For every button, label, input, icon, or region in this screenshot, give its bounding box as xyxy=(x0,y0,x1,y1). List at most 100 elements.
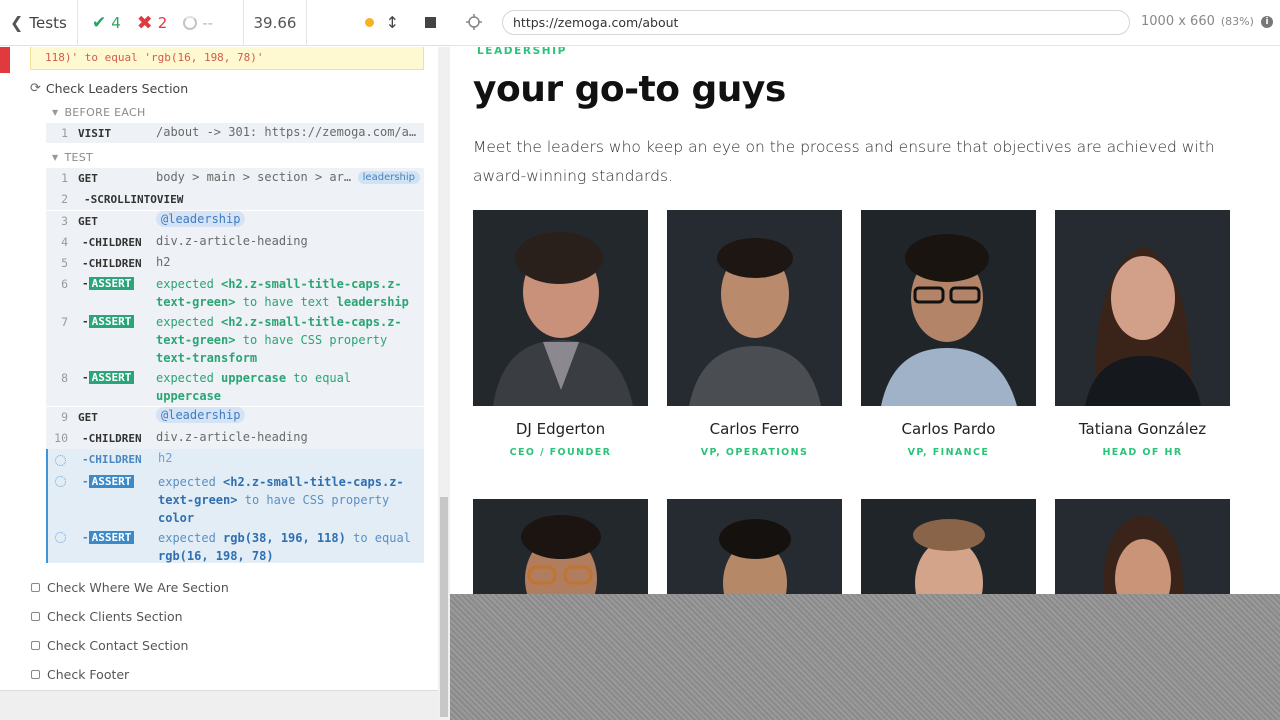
alias-badge: leadership xyxy=(357,171,420,184)
selector-playground-icon[interactable] xyxy=(466,14,482,30)
stop-button[interactable] xyxy=(425,17,436,28)
msg-part: color xyxy=(158,511,195,525)
assert-command[interactable]: - ASSERT xyxy=(82,531,135,544)
msg-part: to have CSS property xyxy=(242,333,388,347)
msg-part: to equal xyxy=(353,531,411,545)
reporter-footer xyxy=(0,690,438,720)
test-stats: ✔ 4 ✖ 2 -- xyxy=(78,0,244,46)
assert-tag: ASSERT xyxy=(88,531,135,544)
failed-count[interactable]: ✖ 2 xyxy=(137,12,167,34)
assert-message: expected <h2.z-small-title-caps.z-text-g… xyxy=(158,473,420,527)
viewport-scale: (83%) xyxy=(1220,15,1254,28)
info-icon[interactable]: i xyxy=(1261,16,1273,28)
leader-name: Carlos Pardo xyxy=(901,420,996,438)
section-title: your go-to guys xyxy=(473,69,786,110)
command-number: 6 xyxy=(61,277,68,291)
section-kicker: LEADERSHIP xyxy=(477,47,567,57)
pending-checkbox-icon xyxy=(31,612,40,621)
command-name[interactable]: -CHILDREN xyxy=(82,432,142,445)
command-row[interactable]: 1 VISIT /about -> 301: https://zemoga.co… xyxy=(46,123,424,143)
assert-command[interactable]: - ASSERT xyxy=(82,315,135,328)
assert-command[interactable]: - ASSERT xyxy=(82,475,135,488)
leader-card[interactable] xyxy=(861,499,1036,594)
command-name: VISIT xyxy=(78,127,112,140)
command-number: 9 xyxy=(61,410,68,424)
leader-card[interactable]: Tatiana González HEAD OF HR xyxy=(1055,210,1230,458)
leader-role: HEAD OF HR xyxy=(1102,447,1183,458)
loading-spinner-icon xyxy=(55,532,66,543)
assert-command[interactable]: - ASSERT xyxy=(82,277,135,290)
leader-photo xyxy=(1055,499,1230,594)
failure-indicator xyxy=(0,47,10,73)
url-bar[interactable]: https://zemoga.com/about xyxy=(502,10,1130,35)
before-each-label: BEFORE EACH xyxy=(64,106,146,119)
msg-part: uppercase xyxy=(156,389,222,403)
command-name[interactable]: -CHILDREN xyxy=(82,453,142,466)
loading-spinner-icon xyxy=(55,455,66,466)
leader-photo xyxy=(473,210,648,406)
command-row[interactable]: 1 GET body > main > section > ar… leader… xyxy=(46,168,424,210)
pending-checkbox-icon xyxy=(31,641,40,650)
command-name: -SCROLLINTOVIEW xyxy=(84,193,184,206)
pending-test[interactable]: Check Clients Section xyxy=(31,609,183,624)
leader-photo xyxy=(667,499,842,594)
msg-part: expected xyxy=(158,475,216,489)
msg-part: to have text xyxy=(242,295,330,309)
leader-card[interactable]: Carlos Pardo VP, FINANCE xyxy=(861,210,1036,458)
auto-scroll-icon[interactable]: ↕ xyxy=(386,13,399,32)
command-number: 1 xyxy=(61,171,68,185)
scrollbar-thumb[interactable] xyxy=(440,497,448,717)
leader-card[interactable] xyxy=(1055,499,1230,594)
command-message: div.z-article-heading xyxy=(156,430,308,444)
command-name[interactable]: -CHILDREN xyxy=(82,257,142,270)
pending-count[interactable]: -- xyxy=(183,14,213,32)
website-viewport: LEADERSHIP your go-to guys Meet the lead… xyxy=(450,47,1280,594)
leader-card[interactable]: DJ Edgerton CEO / FOUNDER xyxy=(473,210,648,458)
passed-count[interactable]: ✔ 4 xyxy=(92,13,121,33)
viewport-size: 1000 x 660 (83%) xyxy=(1141,14,1254,29)
leader-photo xyxy=(861,210,1036,406)
before-each-heading[interactable]: ▼ BEFORE EACH xyxy=(52,106,146,119)
loading-spinner-icon xyxy=(55,476,66,487)
command-name[interactable]: -CHILDREN xyxy=(82,236,142,249)
msg-part: rgb(16, 198, 78) xyxy=(158,549,274,563)
pending-test[interactable]: Check Footer xyxy=(31,667,129,682)
assert-message: expected <h2.z-small-title-caps.z-text-g… xyxy=(156,275,418,311)
command-dash: - xyxy=(82,371,89,384)
x-icon: ✖ xyxy=(136,11,153,34)
msg-part: expected xyxy=(156,315,214,329)
command-name[interactable]: GET xyxy=(78,215,98,228)
pending-ring-icon xyxy=(183,15,198,30)
run-controls: ↕ xyxy=(307,0,450,46)
leader-card[interactable] xyxy=(473,499,648,594)
pending-test[interactable]: Check Where We Are Section xyxy=(31,580,229,595)
leader-card[interactable] xyxy=(667,499,842,594)
leader-card[interactable]: Carlos Ferro VP, OPERATIONS xyxy=(667,210,842,458)
refresh-icon: ⟳ xyxy=(30,81,41,96)
pending-test[interactable]: Check Contact Section xyxy=(31,638,188,653)
command-message: body > main > section > ar… xyxy=(156,170,352,184)
suite-title[interactable]: ⟳ Check Leaders Section xyxy=(30,81,188,96)
back-label: Tests xyxy=(29,13,67,32)
msg-part: expected xyxy=(156,371,214,385)
msg-part: uppercase xyxy=(221,371,287,385)
msg-part: to equal xyxy=(293,371,352,385)
running-indicator-icon xyxy=(364,18,374,27)
back-to-tests-button[interactable]: ❮ Tests xyxy=(0,0,78,46)
assert-command[interactable]: - ASSERT xyxy=(82,371,135,384)
command-message: h2 xyxy=(158,451,173,465)
msg-part: expected xyxy=(156,277,214,291)
pending-test-label: Check Contact Section xyxy=(47,638,189,653)
assert-message: expected rgb(38, 196, 118) to equal rgb(… xyxy=(158,529,420,565)
command-name[interactable]: GET xyxy=(78,411,98,424)
reporter-scrollbar[interactable] xyxy=(438,47,450,720)
alias-tag: @leadership xyxy=(156,407,246,423)
command-dash: - xyxy=(82,475,89,488)
test-heading[interactable]: ▼ TEST xyxy=(52,151,93,164)
command-number: 7 xyxy=(61,315,68,329)
test-label: TEST xyxy=(64,151,94,164)
assert-message: expected uppercase to equal uppercase xyxy=(156,369,418,405)
assert-tag: ASSERT xyxy=(88,315,135,328)
aut-header: https://zemoga.com/about 1000 x 660 (83%… xyxy=(450,0,1280,46)
test-reporter: ❮ Tests ✔ 4 ✖ 2 -- 39.66 ↕ ' 118)' to eq… xyxy=(0,0,450,720)
